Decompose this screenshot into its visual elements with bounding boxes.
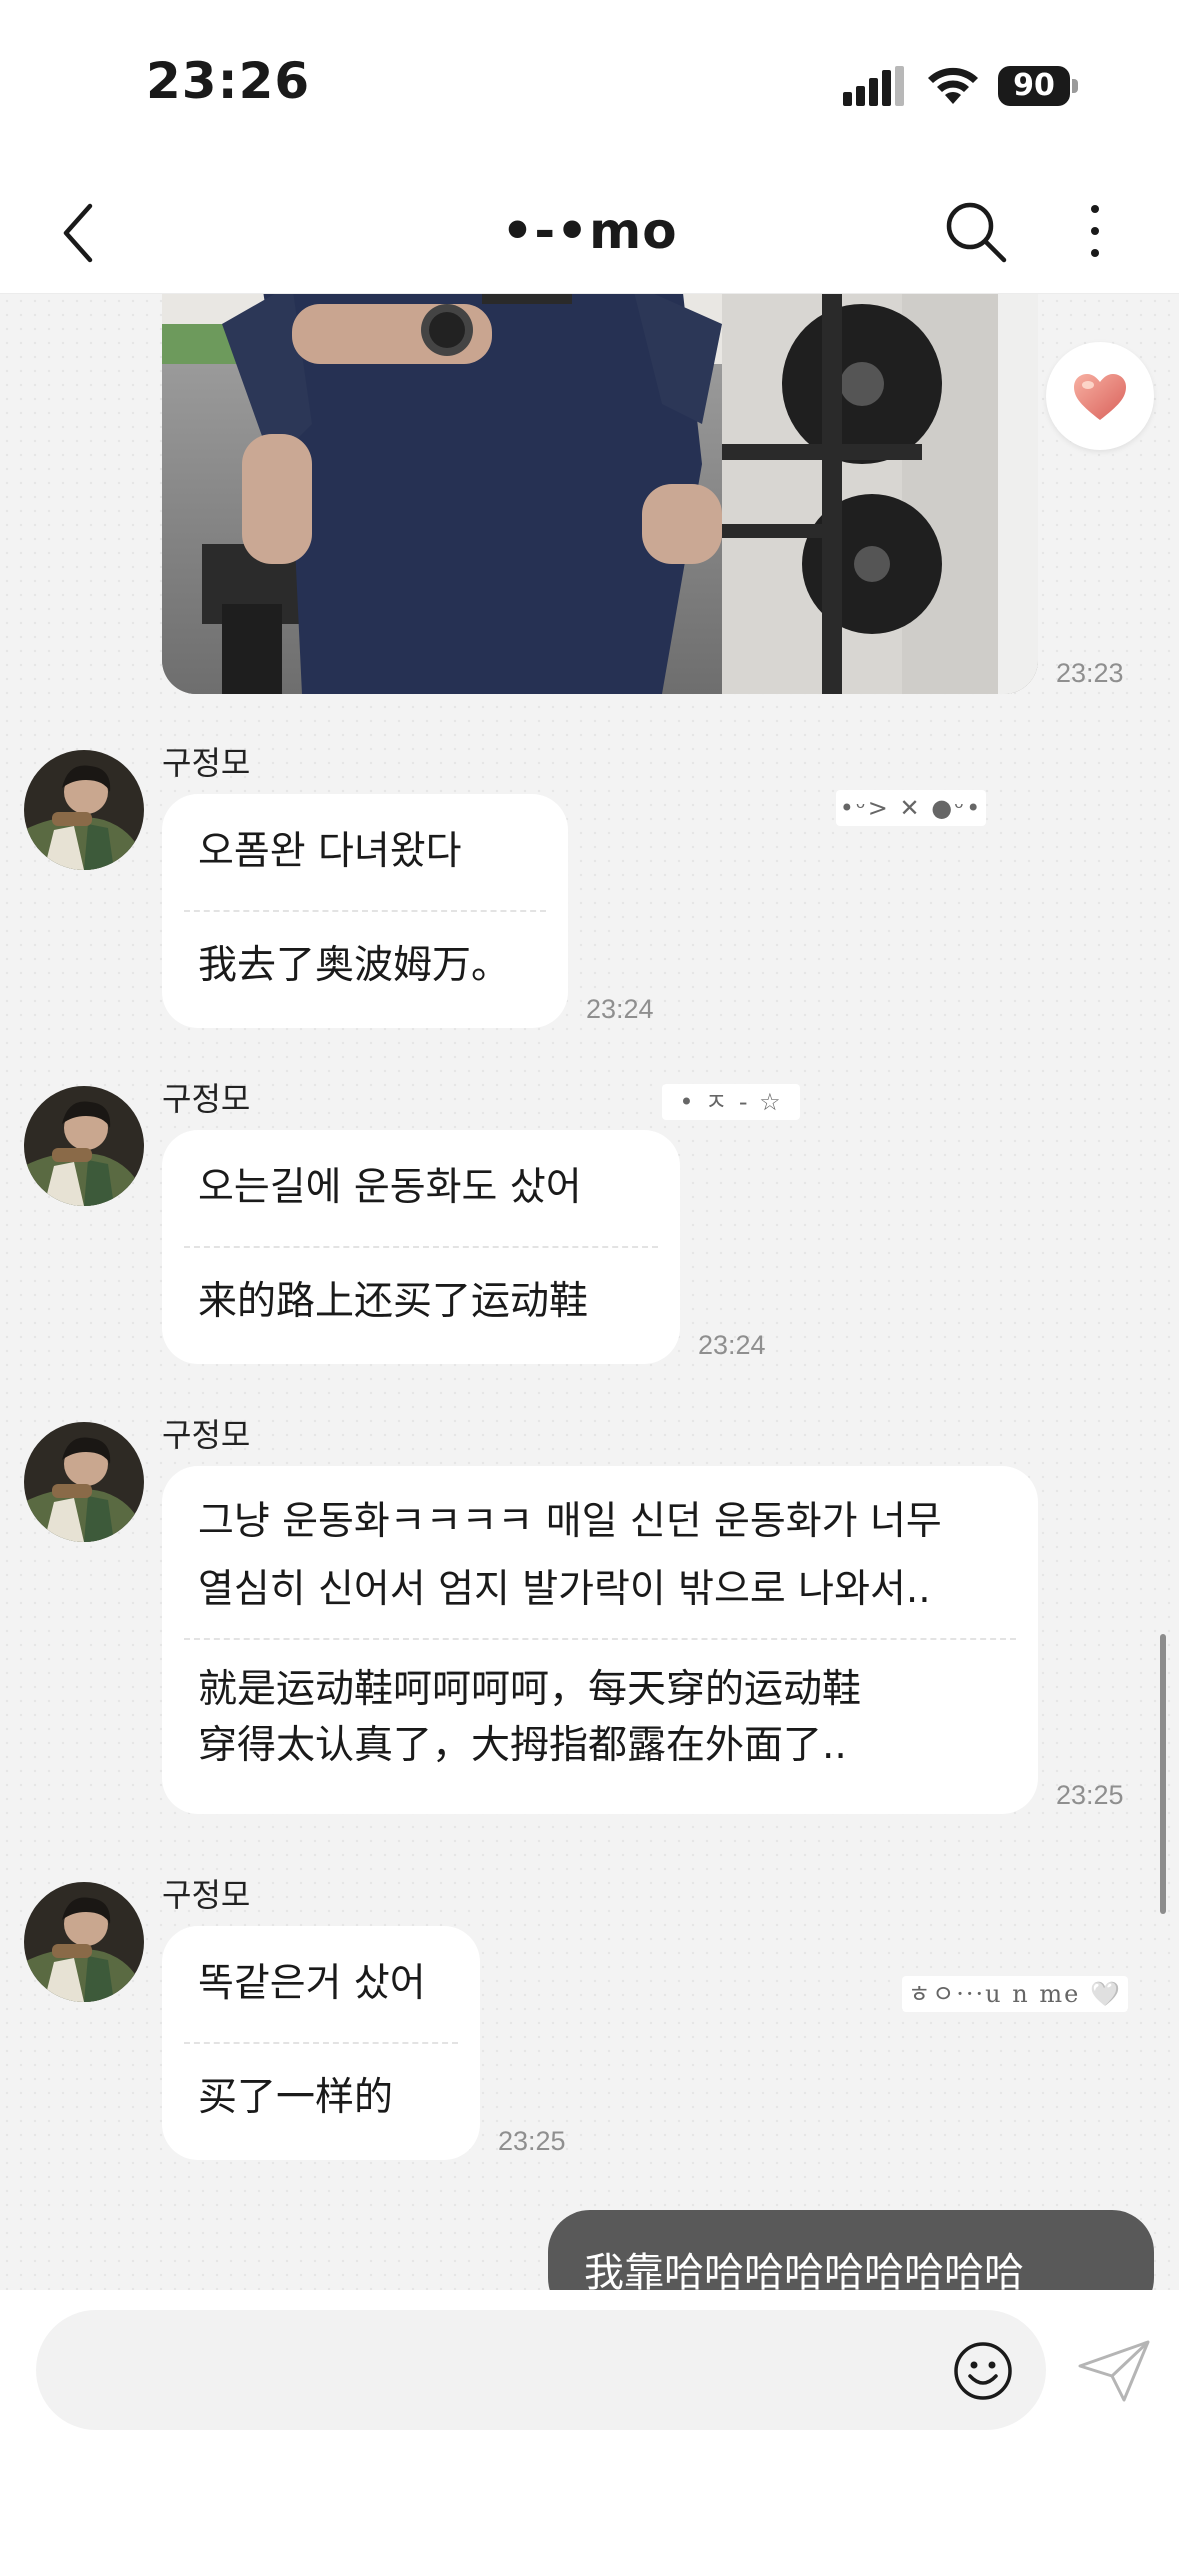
photo-timestamp: 23:23 — [1056, 658, 1124, 688]
message-input[interactable] — [36, 2310, 1046, 2430]
sender-avatar[interactable] — [24, 1086, 144, 1206]
message-text: 똑같은거 샀어 — [198, 1961, 426, 2006]
message-timestamp: 23:25 — [498, 2126, 566, 2156]
chat-header: •-•mo — [0, 170, 1179, 294]
message-bubble[interactable]: 그냥 운동화ㅋㅋㅋㅋ 매일 신던 운동화가 너무 열심히 신어서 엄지 발가락이… — [162, 1466, 1038, 1814]
message-text-line: 그냥 운동화ㅋㅋㅋㅋ 매일 신던 운동화가 너무 — [198, 1499, 942, 1544]
wifi-icon — [928, 67, 978, 104]
photo-message[interactable] — [162, 294, 1038, 694]
decoration-sticker: • ㅈ - ☆ — [662, 1084, 800, 1120]
cellular-signal-icon — [843, 66, 904, 106]
heart-icon — [1074, 374, 1126, 420]
sender-name: 구정모 — [162, 744, 251, 782]
bubble-divider — [184, 1638, 1016, 1640]
battery-indicator: 90 — [998, 66, 1078, 106]
message-text-line: 열심히 신어서 엄지 발가락이 밖으로 나와서.. — [198, 1567, 931, 1612]
message-translation-line: 就是运动鞋呵呵呵呵，每天穿的运动鞋 — [198, 1667, 862, 1712]
input-bar — [0, 2290, 1179, 2556]
message-timestamp: 23:24 — [698, 1330, 766, 1360]
message-text: 오는길에 운동화도 샀어 — [198, 1165, 582, 1210]
gym-photo-image — [162, 294, 1038, 694]
decoration-sticker: •ᵕ> ✕ ●ᵕ• — [836, 790, 986, 826]
message-text: 오폼완 다녀왔다 — [198, 829, 462, 874]
scrollbar[interactable] — [1160, 1634, 1166, 1914]
bubble-divider — [184, 2042, 458, 2044]
message-timestamp: 23:25 — [1056, 1780, 1124, 1810]
battery-cap — [1072, 79, 1078, 93]
reaction-heart-button[interactable] — [1046, 342, 1154, 450]
status-bar: 23:26 90 — [0, 0, 1179, 170]
search-icon[interactable] — [940, 196, 1010, 266]
sender-avatar[interactable] — [24, 1882, 144, 2002]
bubble-divider — [184, 910, 546, 912]
message-bubble[interactable]: 오는길에 운동화도 샀어 来的路上还买了运动鞋 — [162, 1130, 680, 1364]
decoration-sticker: ㅎㅇ···u n me 🤍 — [902, 1976, 1128, 2012]
sender-name: 구정모 — [162, 1416, 251, 1454]
message-translation-line: 穿得太认真了，大拇指都露在外面了.. — [198, 1723, 847, 1768]
chat-area[interactable]: 23:23 구정모 오폼완 다녀왔다 我去了奥波姆万。 23:24 •ᵕ> ✕ … — [0, 294, 1179, 2290]
my-message-bubble[interactable]: 我靠哈哈哈哈哈哈哈哈哈 — [548, 2210, 1154, 2290]
message-translation: 买了一样的 — [198, 2075, 394, 2120]
sender-avatar[interactable] — [24, 750, 144, 870]
battery-level: 90 — [998, 66, 1070, 106]
status-time: 23:26 — [146, 52, 311, 110]
message-bubble[interactable]: 똑같은거 샀어 买了一样的 — [162, 1926, 480, 2160]
message-translation: 来的路上还买了运动鞋 — [198, 1279, 589, 1324]
sender-avatar[interactable] — [24, 1422, 144, 1542]
message-bubble[interactable]: 오폼완 다녀왔다 我去了奥波姆万。 — [162, 794, 568, 1028]
more-options-icon[interactable] — [1070, 196, 1120, 266]
send-icon[interactable] — [1076, 2338, 1152, 2404]
sender-name: 구정모 — [162, 1080, 251, 1118]
message-translation: 我去了奥波姆万。 — [198, 943, 511, 988]
bubble-divider — [184, 1246, 658, 1248]
emoji-icon[interactable] — [952, 2340, 1014, 2402]
message-timestamp: 23:24 — [586, 994, 654, 1024]
sender-name: 구정모 — [162, 1876, 251, 1914]
